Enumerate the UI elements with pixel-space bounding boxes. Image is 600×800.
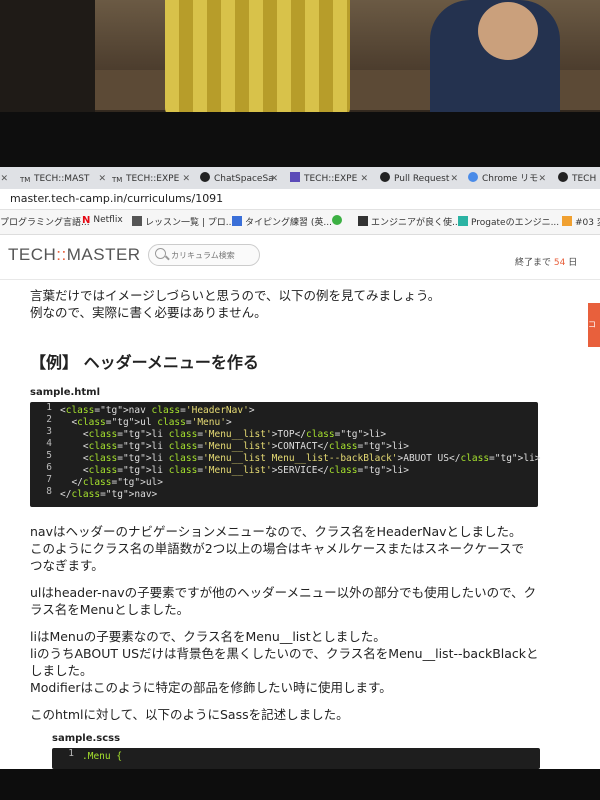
green-icon <box>332 215 342 225</box>
code-line: </class="tg">ul> <box>60 477 163 488</box>
bookmark-icon <box>562 216 572 226</box>
browser-tab-bar: ✕ TM TECH::MAST ✕ TM TECH::EXPE ✕ ChatSpaceS… <box>0 167 600 189</box>
bookmark-item[interactable]: レッスン一覧 | プロ... <box>132 215 234 228</box>
search-icon <box>155 248 166 259</box>
address-bar[interactable]: master.tech-camp.in/curriculums/1091 <box>0 189 600 210</box>
netflix-icon: N <box>82 215 91 226</box>
browser-tab[interactable]: TM TECH::MAST ✕ <box>20 170 110 189</box>
tm-icon: TM <box>20 176 31 184</box>
laptop-bezel-top <box>0 112 600 167</box>
line-numbers: 12345678 <box>46 402 52 497</box>
bookmark-icon <box>358 216 368 226</box>
bookmark-item[interactable]: エンジニアが良く使... <box>358 215 461 228</box>
side-menu-tab[interactable]: コ <box>588 303 600 347</box>
close-icon[interactable]: ✕ <box>270 170 278 189</box>
code-line: <class="tg">li class='Menu__list'>SERVIC… <box>60 465 409 476</box>
person-head <box>478 2 538 60</box>
code-line: <class="tg">li class='Menu__list Menu__l… <box>60 453 541 464</box>
code-line: <class="tg">li class='Menu__list'>CONTAC… <box>60 441 409 452</box>
tm-icon: TM <box>112 176 123 184</box>
code-body: <class="tg">nav class='HeaderNav'> <clas… <box>60 405 541 501</box>
lesson-content: 言葉だけではイメージしづらいと思うので、以下の例を見てみましょう。 例なので、実… <box>30 287 580 769</box>
close-icon[interactable]: ✕ <box>98 170 106 189</box>
browser-tab[interactable]: Chrome リモ ✕ <box>468 170 550 189</box>
paragraph: navはヘッダーのナビゲーションメニューなので、クラス名をHeaderNavとし… <box>30 524 522 539</box>
code-filename: sample.html <box>30 387 101 398</box>
line-numbers: 1 <box>68 748 74 759</box>
bookmark-item[interactable]: N Netflix <box>82 215 123 226</box>
tab-overflow-close[interactable]: ✕ <box>0 170 12 189</box>
browser-tab[interactable]: TM TECH::EXPE ✕ <box>112 170 194 189</box>
github-icon <box>380 172 390 182</box>
paragraph: Modifierはこのように特定の部品を修飾したい時に使用します。 <box>30 680 392 695</box>
doc-icon <box>290 172 300 182</box>
close-icon[interactable]: ✕ <box>450 170 458 189</box>
paragraph: このhtmlに対して、以下のようにSassを記述しました。 <box>30 707 349 722</box>
browser-tab[interactable]: ChatSpaceSa ✕ <box>200 170 282 189</box>
code-line: .Menu { <box>82 751 123 762</box>
close-icon[interactable]: ✕ <box>182 170 190 189</box>
code-block: 12345678 <class="tg">nav class='HeaderNa… <box>30 402 541 507</box>
laptop-bezel-bottom <box>0 769 600 800</box>
code-line: <class="tg">li class='Menu__list'>TOP</c… <box>60 429 387 440</box>
code-block: 1 .Menu { <box>52 748 540 769</box>
section-heading: 【例】 ヘッダーメニューを作る <box>30 353 259 372</box>
paragraph: つなぎます。 <box>30 558 104 573</box>
paragraph: しました。 <box>30 663 93 678</box>
paragraph: 例なので、実際に書く必要はありません。 <box>30 305 267 320</box>
code-line: </class="tg">nav> <box>60 489 158 500</box>
paragraph: ラス名をMenuとしました。 <box>30 602 190 617</box>
code-line: <class="tg">ul class='Menu'> <box>60 417 232 428</box>
days-remaining: 終了まで 54 日 <box>515 258 578 268</box>
typing-icon <box>232 216 242 226</box>
github-icon <box>200 172 210 182</box>
paragraph: ulはheader-navの子要素ですが他のヘッダーメニュー以外の部分でも使用し… <box>30 585 537 600</box>
github-icon <box>558 172 568 182</box>
paragraph: liはMenuの子要素なので、クラス名をMenu__listとしました。 <box>30 629 386 644</box>
laptop-screen: ✕ TM TECH::MAST ✕ TM TECH::EXPE ✕ ChatSpaceS… <box>0 167 600 769</box>
site-logo[interactable]: TECH::MASTER <box>8 245 141 265</box>
browser-tab[interactable]: TECH <box>558 170 600 189</box>
browser-tab[interactable]: Pull Request ✕ <box>380 170 462 189</box>
close-icon[interactable]: ✕ <box>360 170 368 189</box>
search-input[interactable] <box>169 247 257 263</box>
curriculum-search[interactable] <box>148 244 260 266</box>
browser-tab[interactable]: TECH::EXPE ✕ <box>290 170 372 189</box>
url-text[interactable]: master.tech-camp.in/curriculums/1091 <box>10 192 223 205</box>
chrome-icon <box>468 172 478 182</box>
person-plaid-shirt <box>165 0 350 118</box>
bookmark-item[interactable]: プログラミング言語... <box>0 215 90 228</box>
site-header: TECH::MASTER コ <box>0 235 600 347</box>
paragraph: このようにクラス名の単語数が2つ以上の場合はキャメルケースまたはスネークケースで <box>30 541 524 556</box>
bookmark-icon <box>132 216 142 226</box>
background-photo <box>0 0 600 125</box>
close-icon[interactable]: ✕ <box>0 170 8 189</box>
progate-icon <box>458 216 468 226</box>
paragraph: liのうちABOUT USだけは背景色を黒くしたいので、クラス名をMenu__l… <box>30 646 539 661</box>
bookmark-item[interactable]: #03 変 <box>562 215 600 228</box>
paragraph: 言葉だけではイメージしづらいと思うので、以下の例を見てみましょう。 <box>30 288 441 303</box>
close-icon[interactable]: ✕ <box>538 170 546 189</box>
bookmark-item[interactable] <box>332 215 345 227</box>
bookmark-item[interactable]: タイピング練習 (英... <box>232 215 332 228</box>
person-silhouette <box>0 0 95 125</box>
bookmarks-bar: プログラミング言語... N Netflix レッスン一覧 | プロ... タイピ… <box>0 210 600 235</box>
bookmark-item[interactable]: Progateのエンジニ... <box>458 215 559 228</box>
code-line: <class="tg">nav class='HeaderNav'> <box>60 405 255 416</box>
code-filename: sample.scss <box>52 733 121 744</box>
